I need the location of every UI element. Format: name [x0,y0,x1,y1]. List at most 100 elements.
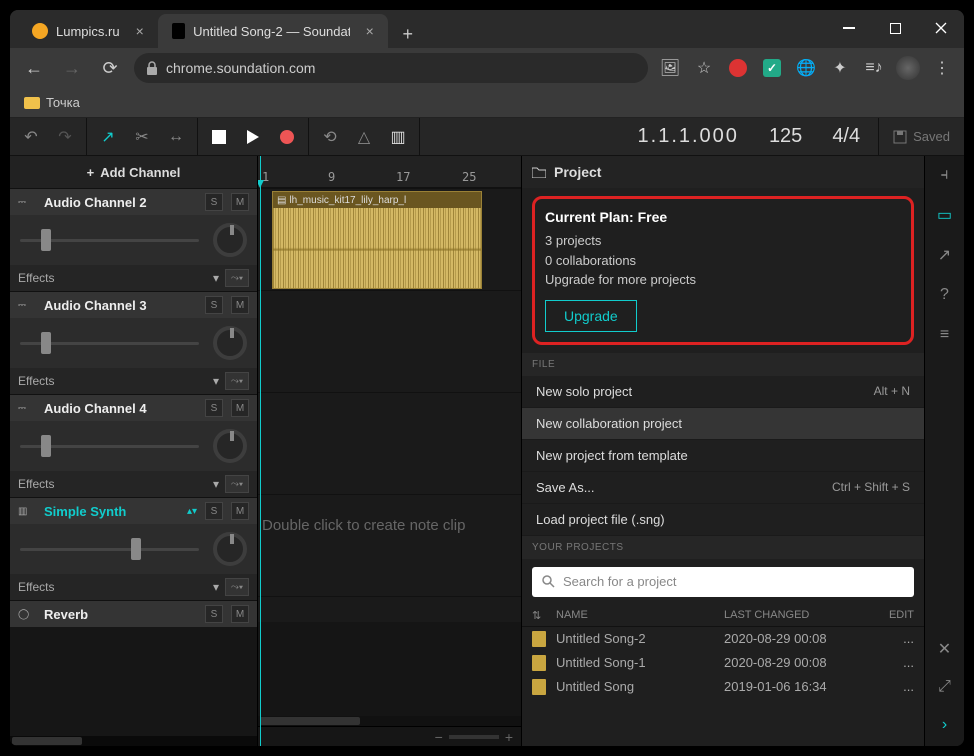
playhead[interactable] [260,156,261,746]
pan-knob[interactable] [213,532,247,566]
channel-audio-2[interactable]: ⎓ Audio Channel 2 S M Effects▾⤳▾ [10,188,257,291]
effects-select[interactable]: Effects▾ [18,271,219,285]
automation-button[interactable]: ⤳▾ [225,578,249,596]
globe-icon[interactable]: 🌐 [794,56,818,80]
project-row[interactable]: Untitled Song-12020-08-29 00:08... [522,651,924,675]
menu-load[interactable]: Load project file (.sng) [522,504,924,536]
track-row[interactable]: Double click to create note clip [258,494,521,596]
close-icon[interactable]: × [136,23,144,39]
undo-button[interactable]: ↶ [14,120,48,154]
minimize-button[interactable] [826,10,872,48]
loop-region-button[interactable]: ⟲ [313,120,347,154]
volume-slider[interactable] [20,342,199,345]
reload-button[interactable]: ⟳ [96,54,124,82]
keyboard-button[interactable]: ▥ [381,120,415,154]
zoom-out-button[interactable]: − [435,729,443,745]
timesig-display[interactable]: 4/4 [832,125,860,148]
ruler[interactable]: 1 9 17 25 [258,156,521,188]
sort-icon[interactable]: ⇅ [532,609,556,622]
audio-clip[interactable]: ▤lh_music_kit17_lily_harp_l [272,191,482,289]
cut-tool-button[interactable]: ✂ [125,120,159,154]
channel-reverb[interactable]: ◯ReverbSM [10,600,257,627]
edit-button[interactable]: ... [874,655,914,670]
solo-button[interactable]: S [205,296,223,314]
effects-select[interactable]: Effects▾ [18,580,219,594]
record-button[interactable] [270,120,304,154]
share-icon[interactable]: ↗ [930,240,960,270]
pan-knob[interactable] [213,223,247,257]
extensions-icon[interactable]: ✦ [828,56,852,80]
menu-new-template[interactable]: New project from template [522,440,924,472]
mute-button[interactable]: M [231,193,249,211]
next-icon[interactable]: › [930,710,960,740]
track-row[interactable]: ▤lh_music_kit17_lily_harp_l [258,188,521,290]
volume-slider[interactable] [20,239,199,242]
pan-knob[interactable] [213,326,247,360]
translate-icon[interactable]: 🖼 [658,56,682,80]
track-row[interactable] [258,392,521,494]
automation-button[interactable]: ⤳▾ [225,269,249,287]
edit-button[interactable]: ... [874,679,914,694]
address-bar[interactable]: chrome.soundation.com [134,53,648,83]
redo-button[interactable]: ↷ [48,120,82,154]
bookmark-item[interactable]: Точка [46,95,80,110]
automation-button[interactable]: ⤳▾ [225,372,249,390]
menu-icon[interactable]: ⋮ [930,56,954,80]
position-display[interactable]: 1.1.1.000 [638,125,739,148]
channel-simple-synth[interactable]: ▥Simple Synth▴▾SM Effects▾⤳▾ [10,497,257,600]
automation-button[interactable]: ⤳▾ [225,475,249,493]
project-row[interactable]: Untitled Song-22020-08-29 00:08... [522,627,924,651]
new-tab-button[interactable]: + [394,20,422,48]
col-name[interactable]: NAME [556,609,724,622]
tempo-display[interactable]: 125 [769,125,802,148]
col-date[interactable]: LAST CHANGED [724,609,874,622]
library-icon[interactable]: ⫞ [930,160,960,190]
help-icon[interactable]: ? [930,280,960,310]
track-row[interactable] [258,596,521,622]
channel-name[interactable]: Simple Synth [44,504,179,519]
maximize-button[interactable] [872,10,918,48]
solo-button[interactable]: S [205,502,223,520]
loop-tool-button[interactable]: ↔ [159,120,193,154]
avatar[interactable] [896,56,920,80]
effects-select[interactable]: Effects▾ [18,477,219,491]
edit-button[interactable]: ... [874,631,914,646]
tab-soundation[interactable]: Untitled Song-2 — Soundation S × [158,14,388,48]
menu-save-as[interactable]: Save As...Ctrl + Shift + S [522,472,924,504]
mute-button[interactable]: M [231,399,249,417]
channel-audio-4[interactable]: ⎓Audio Channel 4SM Effects▾⤳▾ [10,394,257,497]
menu-new-collab[interactable]: New collaboration project [522,408,924,440]
solo-button[interactable]: S [205,605,223,623]
back-button[interactable]: ← [20,54,48,82]
play-button[interactable] [236,120,270,154]
volume-slider[interactable] [20,445,199,448]
close-icon[interactable]: × [366,23,374,39]
playlist-icon[interactable]: ≡♪ [862,56,886,80]
ext-red-icon[interactable] [726,56,750,80]
mute-button[interactable]: M [231,502,249,520]
ext-green-icon[interactable]: ✓ [760,56,784,80]
pointer-tool-button[interactable]: ↗ [91,120,125,154]
close-panel-icon[interactable]: ✕ [930,634,960,664]
upgrade-button[interactable]: Upgrade [545,300,637,332]
settings-icon[interactable]: ≡ [930,320,960,350]
effects-select[interactable]: Effects▾ [18,374,219,388]
zoom-slider[interactable] [449,735,499,739]
solo-button[interactable]: S [205,193,223,211]
add-channel-button[interactable]: + Add Channel [10,156,257,188]
h-scrollbar[interactable] [258,716,521,726]
volume-slider[interactable] [20,548,199,551]
solo-button[interactable]: S [205,399,223,417]
metronome-button[interactable]: △ [347,120,381,154]
close-button[interactable] [918,10,964,48]
track-row[interactable] [258,290,521,392]
expand-icon[interactable]: ▴▾ [187,506,197,517]
zoom-in-button[interactable]: + [505,729,513,745]
channel-audio-3[interactable]: ⎓Audio Channel 3SM Effects▾⤳▾ [10,291,257,394]
tab-lumpics[interactable]: Lumpics.ru × [18,14,158,48]
fullscreen-icon[interactable]: ⤢ [930,672,960,702]
mute-button[interactable]: M [231,296,249,314]
forward-button[interactable]: → [58,54,86,82]
project-row[interactable]: Untitled Song2019-01-06 16:34... [522,675,924,699]
left-scroll[interactable] [10,736,257,746]
